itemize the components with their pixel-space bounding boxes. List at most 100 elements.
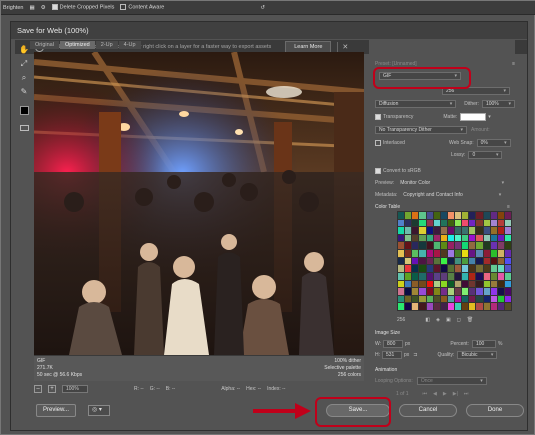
color-swatch[interactable] xyxy=(455,212,462,219)
color-swatch[interactable] xyxy=(419,242,426,250)
color-swatch[interactable] xyxy=(476,219,483,227)
color-swatch[interactable] xyxy=(497,212,504,219)
color-swatch[interactable] xyxy=(455,303,462,310)
color-swatch[interactable] xyxy=(476,280,483,288)
color-swatch[interactable] xyxy=(483,212,490,219)
play-icon[interactable]: ▶ xyxy=(443,391,447,397)
color-swatch[interactable] xyxy=(398,219,405,227)
color-swatch[interactable] xyxy=(398,288,405,295)
color-swatch[interactable] xyxy=(497,257,504,265)
color-swatch[interactable] xyxy=(490,303,497,310)
color-swatch[interactable] xyxy=(490,212,497,219)
color-swatch[interactable] xyxy=(497,265,504,272)
color-swatch[interactable] xyxy=(455,250,462,257)
color-swatch[interactable] xyxy=(469,272,476,280)
color-swatch[interactable] xyxy=(419,280,426,288)
color-swatch[interactable] xyxy=(412,257,419,265)
color-swatch[interactable] xyxy=(497,288,504,295)
lossy-field[interactable]: 0 ▾ xyxy=(468,150,503,159)
color-swatch[interactable] xyxy=(433,219,440,227)
color-swatch[interactable] xyxy=(490,272,497,280)
color-swatch[interactable] xyxy=(440,280,447,288)
color-swatch[interactable] xyxy=(405,250,412,257)
color-swatch[interactable] xyxy=(426,295,433,303)
color-swatch[interactable] xyxy=(483,227,490,234)
color-swatch[interactable] xyxy=(462,280,469,288)
color-swatch[interactable] xyxy=(419,219,426,227)
color-swatch[interactable] xyxy=(504,227,511,234)
color-swatch[interactable] xyxy=(398,250,405,257)
color-swatch[interactable] xyxy=(433,303,440,310)
color-swatch[interactable] xyxy=(405,227,412,234)
color-swatch[interactable] xyxy=(462,265,469,272)
color-swatch[interactable] xyxy=(412,250,419,257)
color-swatch[interactable] xyxy=(419,303,426,310)
width-field[interactable]: 800 xyxy=(383,339,404,348)
color-swatch[interactable] xyxy=(440,234,447,242)
color-swatch[interactable] xyxy=(462,288,469,295)
color-swatch[interactable] xyxy=(462,295,469,303)
color-swatch[interactable] xyxy=(455,272,462,280)
color-swatch[interactable] xyxy=(412,272,419,280)
color-swatch[interactable] xyxy=(398,257,405,265)
menu-icon[interactable]: ≡ xyxy=(512,61,515,67)
color-swatch[interactable] xyxy=(426,234,433,242)
color-swatch[interactable] xyxy=(433,250,440,257)
color-swatch[interactable] xyxy=(476,257,483,265)
color-swatch[interactable] xyxy=(497,227,504,234)
color-swatch[interactable] xyxy=(440,265,447,272)
color-swatch[interactable] xyxy=(462,303,469,310)
color-swatch[interactable] xyxy=(405,303,412,310)
color-swatch[interactable] xyxy=(462,272,469,280)
color-swatch[interactable] xyxy=(419,212,426,219)
preview-image[interactable] xyxy=(34,52,364,355)
color-swatch[interactable] xyxy=(447,212,454,219)
color-swatch[interactable] xyxy=(412,265,419,272)
color-swatch[interactable] xyxy=(405,288,412,295)
trash-icon[interactable]: 🗑 xyxy=(467,317,473,323)
color-swatch[interactable] xyxy=(440,272,447,280)
zoom-level-select[interactable]: 100% xyxy=(62,385,88,393)
color-swatch[interactable] xyxy=(426,257,433,265)
dither-algo-select[interactable]: Diffusion ▾ xyxy=(375,99,457,108)
color-swatch[interactable] xyxy=(433,288,440,295)
color-swatch[interactable] xyxy=(405,212,412,219)
color-swatch[interactable] xyxy=(398,272,405,280)
color-swatch[interactable] xyxy=(398,265,405,272)
tab-4-up[interactable]: 4-Up xyxy=(118,41,141,49)
color-swatch[interactable] xyxy=(476,272,483,280)
color-swatch[interactable] xyxy=(412,242,419,250)
color-swatch[interactable] xyxy=(462,242,469,250)
color-swatch[interactable] xyxy=(412,212,419,219)
zoom-tool-icon[interactable]: ⌕ xyxy=(22,74,26,82)
height-field[interactable]: 531 xyxy=(382,350,402,359)
color-swatch[interactable] xyxy=(490,257,497,265)
color-swatch[interactable] xyxy=(504,219,511,227)
color-swatch[interactable] xyxy=(405,272,412,280)
toggle-slices-icon[interactable] xyxy=(19,125,29,131)
color-swatch[interactable] xyxy=(469,265,476,272)
color-swatch[interactable] xyxy=(398,212,405,219)
color-swatch[interactable] xyxy=(433,280,440,288)
color-swatch[interactable] xyxy=(469,303,476,310)
link-icon[interactable]: ⊐ xyxy=(413,352,417,358)
last-frame-icon[interactable]: ⏭ xyxy=(464,391,469,397)
color-swatch[interactable] xyxy=(490,280,497,288)
color-swatch[interactable] xyxy=(419,250,426,257)
color-swatch[interactable] xyxy=(455,227,462,234)
color-swatch[interactable] xyxy=(476,212,483,219)
color-swatch[interactable] xyxy=(490,295,497,303)
color-swatch[interactable] xyxy=(398,242,405,250)
color-swatch[interactable] xyxy=(433,265,440,272)
color-swatch[interactable] xyxy=(497,303,504,310)
color-swatch[interactable] xyxy=(426,212,433,219)
color-swatch[interactable] xyxy=(497,242,504,250)
zoom-in-button[interactable]: + xyxy=(48,385,56,393)
matte-swatch[interactable] xyxy=(460,112,487,121)
gear-icon[interactable]: ⚙ xyxy=(41,5,46,11)
cancel-button[interactable]: Cancel xyxy=(399,404,457,417)
color-swatch[interactable] xyxy=(455,242,462,250)
color-swatch[interactable] xyxy=(455,295,462,303)
color-swatch[interactable] xyxy=(426,227,433,234)
color-swatch[interactable] xyxy=(412,288,419,295)
